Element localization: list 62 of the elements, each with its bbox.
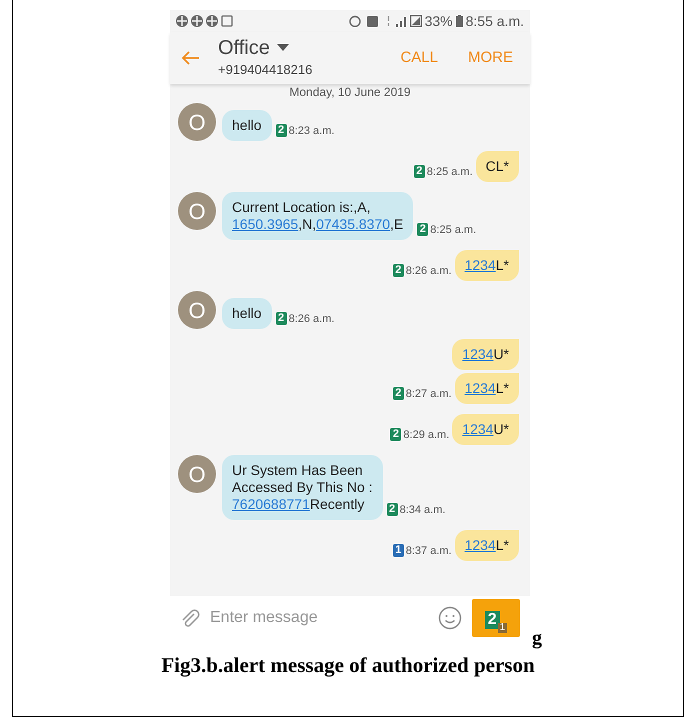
emoji-icon[interactable] [438, 606, 462, 630]
message-text: CL* [486, 158, 509, 174]
avatar[interactable]: O [178, 103, 216, 141]
number-link[interactable]: 07435.8370 [316, 216, 390, 232]
message-text: L* [496, 537, 509, 553]
message-text: hello [232, 305, 262, 321]
sim-badge: 1 [392, 544, 404, 558]
attach-icon[interactable] [180, 608, 200, 628]
sim-badge: 2 [417, 223, 428, 236]
battery-percent: 33% [424, 12, 453, 30]
message-time: 8:34 a.m. [400, 502, 446, 518]
message-text: Recently [310, 496, 364, 512]
message-text: L* [496, 257, 509, 273]
message-text: ,E [390, 216, 404, 232]
sim-badge: 2 [392, 387, 404, 400]
battery-icon [456, 15, 463, 27]
contact-name[interactable]: Office [218, 36, 270, 60]
message-field[interactable]: Enter message [210, 606, 438, 630]
message-text: hello [232, 117, 262, 133]
sim-badge: 2 [414, 165, 425, 178]
message-text: Ur System Has Been Accessed By This No : [232, 462, 373, 495]
avatar[interactable]: O [178, 455, 216, 493]
contact-number: +919404418216 [218, 61, 312, 80]
message-time: 8:26 a.m. [288, 312, 334, 326]
avatar[interactable]: O [178, 192, 216, 230]
number-link[interactable]: 1234 [464, 380, 496, 396]
message-time: 8:37 a.m. [406, 544, 452, 558]
number-link[interactable]: 1234 [462, 346, 494, 362]
figure-caption: Fig3.b.alert message of authorized person [161, 652, 535, 679]
header-action[interactable]: CALL [400, 46, 438, 70]
message-text: ,N, [298, 216, 316, 232]
sim-badge: 1 [498, 623, 508, 633]
signal-icon [410, 15, 422, 27]
number-link[interactable]: 1234 [462, 421, 494, 437]
message-text: L* [496, 380, 509, 396]
sim-badge: 2 [276, 312, 287, 326]
number-link[interactable]: 1650.3965 [232, 216, 298, 232]
stray-letter: g [532, 628, 542, 648]
date-divider: Monday, 10 June 2019 [289, 85, 411, 99]
back-icon[interactable] [180, 50, 200, 66]
sim-badge: 2 [276, 124, 287, 138]
message-time: 8:25 a.m. [426, 164, 473, 180]
message-time: 8:29 a.m. [403, 428, 450, 442]
dropdown-icon[interactable] [276, 44, 289, 52]
message-time: 8:26 a.m. [406, 264, 452, 278]
message-text: U* [493, 421, 509, 437]
sim-badge: 2 [392, 264, 404, 278]
message-time: 8:23 a.m. [288, 124, 334, 138]
message-text: Current Location is:,A, [232, 199, 371, 215]
message-time: 8:25 a.m. [430, 222, 476, 238]
signal-icon [396, 16, 406, 26]
number-link[interactable]: 7620688771 [232, 496, 310, 512]
header-action[interactable]: MORE [468, 46, 513, 70]
avatar[interactable]: O [178, 291, 216, 329]
message-text: U* [493, 346, 509, 362]
clock: 8:55 a.m. [466, 12, 524, 30]
message-time: 8:27 a.m. [406, 386, 452, 402]
sim-badge: 2 [390, 428, 402, 442]
number-link[interactable]: 1234 [464, 257, 496, 273]
number-link[interactable]: 1234 [464, 537, 496, 553]
sim-badge: 2 [386, 503, 398, 516]
sim-badge: 2 [484, 611, 500, 629]
